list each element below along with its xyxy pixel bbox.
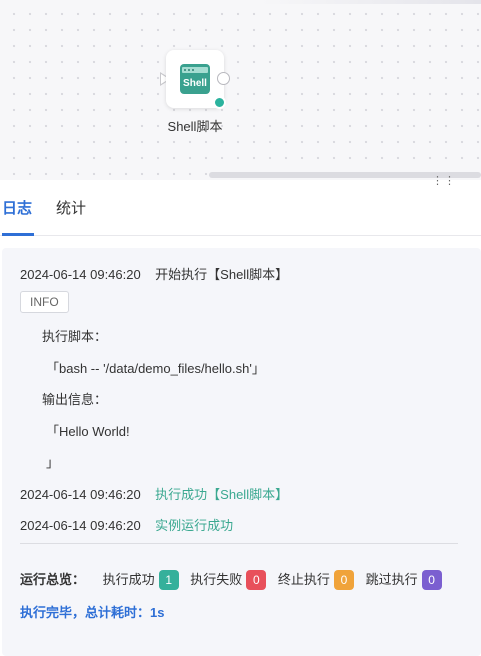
node-label: Shell脚本	[167, 119, 223, 134]
stat-fail-label: 执行失败	[190, 572, 243, 587]
tab-statistics[interactable]: 统计	[56, 186, 86, 236]
log-container: 2024-06-14 09:46:20 开始执行【Shell脚本】 INFO 执…	[2, 248, 481, 656]
log-line-instance: 2024-06-14 09:46:20 实例运行成功	[20, 515, 233, 534]
stat-fail: 执行失败 0	[190, 569, 267, 590]
stat-skip: 跳过执行 0	[366, 569, 442, 590]
stat-skip-label: 跳过执行	[365, 572, 418, 587]
exec-script-label: 执行脚本：	[42, 329, 108, 344]
stat-success: 执行成功 1	[103, 569, 179, 590]
log-message: 执行成功【Shell脚本】	[155, 487, 289, 502]
tab-log[interactable]: 日志	[2, 186, 34, 236]
workflow-canvas[interactable]: Shell Shell脚本	[0, 0, 481, 180]
panel-tabs: 日志 统计	[0, 186, 481, 236]
shell-icon: Shell	[180, 64, 210, 94]
stat-stop-label: 终止执行	[277, 572, 330, 587]
log-timestamp: 2024-06-14 09:46:20	[20, 518, 141, 533]
stat-stop-count: 0	[333, 569, 354, 590]
stat-fail-count: 0	[246, 569, 267, 590]
output-info-close: 」	[46, 455, 60, 470]
output-info-value: 「Hello World!	[46, 424, 130, 439]
node-output-port[interactable]	[217, 72, 230, 85]
stat-stop: 终止执行 0	[278, 569, 354, 590]
log-line-start: 2024-06-14 09:46:20 开始执行【Shell脚本】	[20, 264, 288, 283]
summary-divider	[20, 543, 458, 544]
log-timestamp: 2024-06-14 09:46:20	[20, 267, 141, 282]
summary-label: 运行总览：	[20, 572, 86, 587]
canvas-edge-shadow	[261, 0, 481, 4]
stat-success-label: 执行成功	[102, 572, 155, 587]
run-complete-message: 执行完毕，总计耗时：1s	[20, 605, 165, 620]
node-status-success-dot	[213, 96, 226, 109]
exec-script-command: 「bash -- '/data/demo_files/hello.sh'」	[46, 361, 265, 376]
stat-skip-count: 0	[421, 569, 442, 590]
log-level-badge: INFO	[20, 291, 69, 313]
run-summary: 运行总览： 执行成功 1 执行失败 0 终止执行 0 跳过执行 0	[20, 569, 450, 590]
log-line-success: 2024-06-14 09:46:20 执行成功【Shell脚本】	[20, 484, 288, 503]
log-timestamp: 2024-06-14 09:46:20	[20, 487, 141, 502]
output-info-label: 输出信息：	[42, 392, 108, 407]
stat-success-count: 1	[158, 569, 179, 590]
log-message: 实例运行成功	[155, 518, 234, 533]
log-message: 开始执行【Shell脚本】	[155, 267, 289, 282]
